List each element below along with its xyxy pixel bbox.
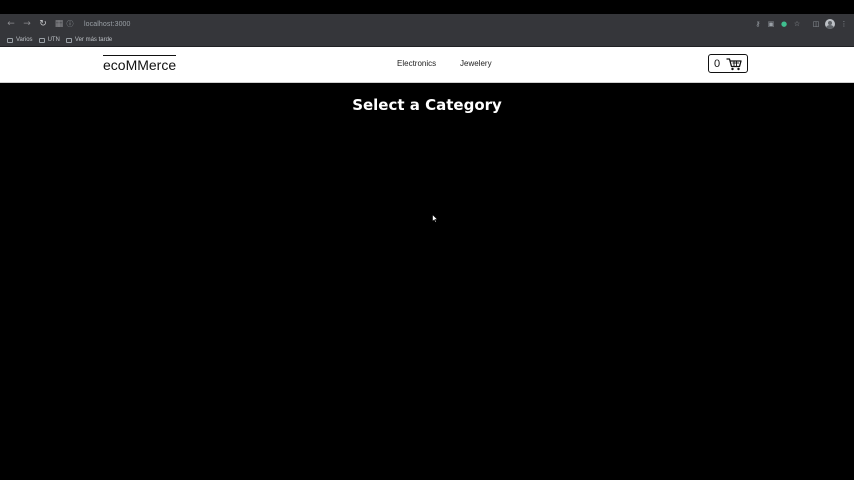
bookmark-folder-varios[interactable]: Varios — [7, 37, 33, 43]
address-bar[interactable]: ⓘ localhost:3000 — [64, 17, 754, 31]
site-info-icon[interactable]: ⓘ — [64, 18, 76, 30]
bookmark-folder-utn[interactable]: UTN — [38, 37, 60, 43]
mouse-pointer-icon — [432, 214, 438, 223]
screenshot-icon[interactable]: ▣ — [765, 18, 777, 30]
page-title: Select a Category — [352, 96, 502, 114]
site-logo[interactable]: ecoMMerce — [103, 55, 177, 74]
back-icon[interactable]: ← — [4, 17, 18, 31]
cart-button[interactable]: 0 — [708, 54, 748, 73]
folder-icon — [38, 37, 45, 43]
forward-icon[interactable]: → — [20, 17, 34, 31]
bookmark-label: UTN — [47, 37, 60, 43]
extensions-puzzle-icon[interactable]: ◫ — [810, 18, 822, 30]
password-key-icon[interactable]: ⚷ — [752, 18, 764, 30]
menu-icon[interactable]: ⋮ — [838, 18, 850, 30]
bookmark-label: Ver más tarde — [74, 37, 113, 43]
bookmarks-bar: Varios UTN Ver más tarde — [0, 34, 854, 47]
bookmark-label: Varios — [16, 37, 33, 43]
cart-icon — [726, 57, 742, 70]
profile-avatar[interactable] — [825, 19, 835, 29]
bookmark-star-icon[interactable]: ☆ — [791, 18, 803, 30]
cart-count: 0 — [714, 57, 721, 70]
extension-icon[interactable]: ● — [778, 18, 790, 30]
bookmark-folder-ver-mas-tarde[interactable]: Ver más tarde — [65, 37, 113, 43]
folder-icon — [7, 37, 13, 43]
site-header: ecoMMerce Electronics Jewelery 0 — [0, 47, 854, 83]
main-content: Select a Category — [0, 83, 854, 480]
browser-toolbar: ← → ↻ ▦ ⓘ localhost:3000 ⚷ ▣ ● ☆ ◫ ⋮ — [0, 14, 854, 34]
nav-link-jewelery[interactable]: Jewelery — [460, 59, 492, 68]
folder-icon — [65, 37, 72, 43]
browser-tab-strip — [0, 0, 854, 14]
toolbar-actions: ⚷ ▣ ● ☆ ◫ ⋮ — [751, 17, 850, 31]
nav-link-electronics[interactable]: Electronics — [397, 59, 436, 68]
reload-icon[interactable]: ↻ — [36, 17, 50, 31]
url-text[interactable]: localhost:3000 — [84, 21, 131, 28]
